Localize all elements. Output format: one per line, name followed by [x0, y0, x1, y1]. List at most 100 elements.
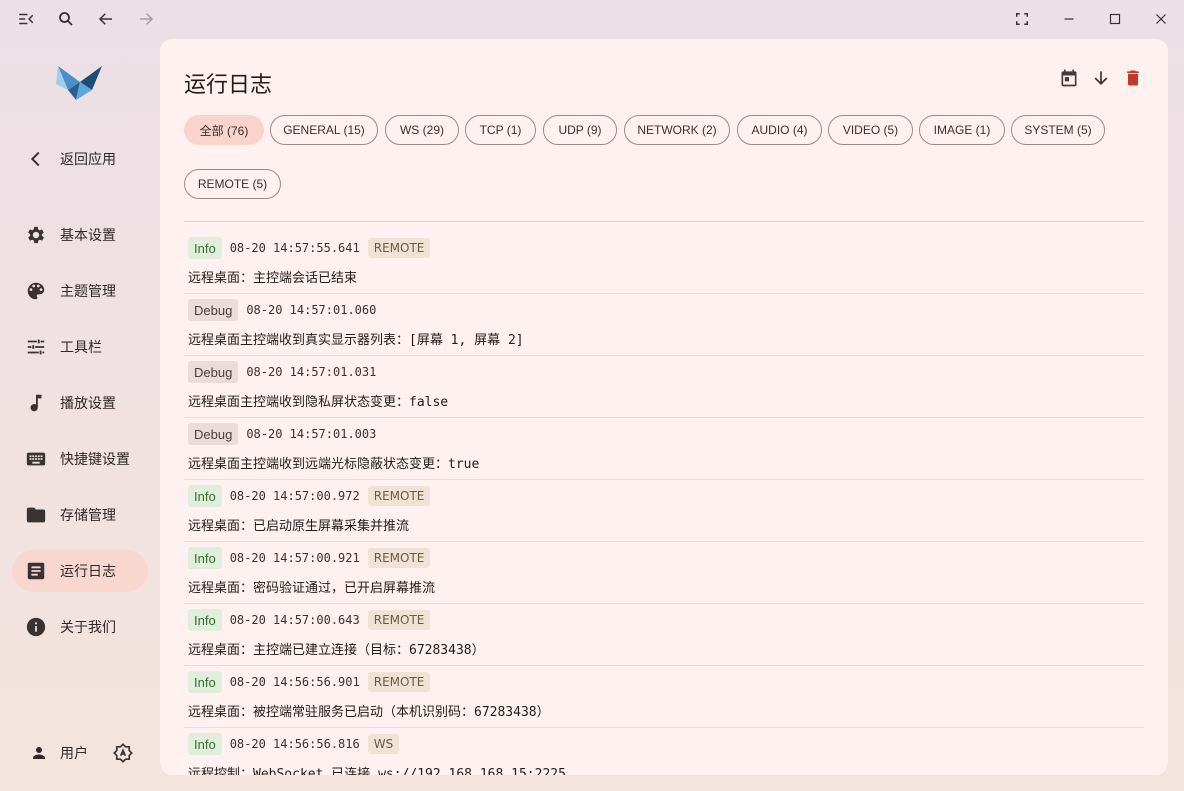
log-entry[interactable]: Info 08-20 14:56:56.816 WS 远程控制：WebSocke… — [184, 727, 1144, 775]
log-timestamp: 08-20 14:57:01.003 — [246, 427, 377, 441]
log-tag-badge: REMOTE — [367, 610, 431, 630]
filter-chip-video[interactable]: VIDEO (5) — [828, 115, 913, 145]
filter-chip-udp[interactable]: UDP (9) — [543, 115, 617, 145]
fullscreen-icon[interactable] — [1007, 4, 1037, 34]
filter-chip-image[interactable]: IMAGE (1) — [919, 115, 1005, 145]
sidebar-item-about[interactable]: 关于我们 — [12, 606, 148, 648]
arrow-down-icon[interactable] — [1090, 67, 1112, 89]
info-icon — [24, 615, 48, 639]
log-message: 远程控制：WebSocket 已连接 ws://192.168.168.15:2… — [188, 767, 566, 775]
log-timestamp: 08-20 14:56:56.901 — [229, 675, 360, 689]
chevron-left-icon — [24, 147, 48, 171]
folder-icon — [24, 503, 48, 527]
log-entry[interactable]: Info 08-20 14:56:56.901 REMOTE 远程桌面：被控端常… — [184, 665, 1144, 728]
search-icon[interactable] — [51, 4, 81, 34]
log-level-badge: Debug — [188, 423, 239, 445]
header-actions — [1058, 67, 1144, 89]
filter-chip-all[interactable]: 全部 (76) — [184, 115, 264, 145]
sidebar-item-playback[interactable]: 播放设置 — [12, 382, 148, 424]
log-tag-badge: REMOTE — [367, 672, 431, 692]
log-message: 远程桌面主控端收到真实显示器列表：[屏幕 1, 屏幕 2] — [188, 333, 524, 348]
log-list[interactable]: Info 08-20 14:57:55.641 REMOTE 远程桌面：主控端会… — [184, 231, 1144, 775]
sidebar-item-logs[interactable]: 运行日志 — [12, 550, 148, 592]
menu-collapse-icon[interactable] — [11, 4, 41, 34]
title-bar — [0, 0, 1184, 38]
back-to-app-button[interactable]: 返回应用 — [12, 138, 148, 180]
sidebar-item-theme[interactable]: 主题管理 — [12, 270, 148, 312]
article-icon — [24, 559, 48, 583]
log-timestamp: 08-20 14:57:01.031 — [246, 365, 377, 379]
filter-chip-audio[interactable]: AUDIO (4) — [737, 115, 822, 145]
log-entry[interactable]: Info 08-20 14:57:00.921 REMOTE 远程桌面：密码验证… — [184, 541, 1144, 604]
sidebar: 返回应用 基本设置 主题管理 工具栏 播放设置 快捷键设置 存储管理 运行日志 … — [0, 38, 160, 791]
app-window: 返回应用 基本设置 主题管理 工具栏 播放设置 快捷键设置 存储管理 运行日志 … — [0, 0, 1184, 791]
log-timestamp: 08-20 14:57:55.641 — [229, 241, 360, 255]
sidebar-item-label: 快捷键设置 — [60, 451, 130, 467]
sidebar-item-storage[interactable]: 存储管理 — [12, 494, 148, 536]
filter-chip-tcp[interactable]: TCP (1) — [465, 115, 536, 145]
log-level-badge: Debug — [188, 361, 239, 383]
log-tag-badge: REMOTE — [367, 238, 431, 258]
log-message: 远程桌面：已启动原生屏幕采集并推流 — [188, 519, 410, 534]
close-icon[interactable] — [1146, 4, 1176, 34]
delete-icon[interactable] — [1122, 67, 1144, 89]
sidebar-item-basic-settings[interactable]: 基本设置 — [12, 214, 148, 256]
gear-icon — [24, 223, 48, 247]
sidebar-item-label: 关于我们 — [60, 619, 116, 635]
page-title: 运行日志 — [184, 73, 273, 98]
filter-chip-network[interactable]: NETWORK (2) — [624, 115, 730, 145]
sidebar-item-toolbar[interactable]: 工具栏 — [12, 326, 148, 368]
log-message: 远程桌面主控端收到远端光标隐蔽状态变更：true — [188, 457, 480, 472]
sidebar-item-label: 运行日志 — [60, 563, 116, 579]
log-level-badge: Info — [188, 485, 222, 507]
log-timestamp: 08-20 14:57:01.060 — [246, 303, 377, 317]
log-level-badge: Info — [188, 547, 222, 569]
log-message: 远程桌面主控端收到隐私屏状态变更：false — [188, 395, 449, 410]
log-level-badge: Info — [188, 671, 222, 693]
log-level-badge: Info — [188, 609, 222, 631]
log-timestamp: 08-20 14:56:56.816 — [229, 737, 360, 751]
filter-chip-general[interactable]: GENERAL (15) — [270, 115, 378, 145]
filter-chip-ws[interactable]: WS (29) — [385, 115, 459, 145]
log-entry[interactable]: Debug 08-20 14:57:01.003 远程桌面主控端收到远端光标隐蔽… — [184, 417, 1144, 480]
log-level-badge: Info — [188, 237, 222, 259]
back-to-app-label: 返回应用 — [60, 151, 116, 167]
user-label: 用户 — [60, 745, 88, 761]
filter-chip-remote[interactable]: REMOTE (5) — [184, 169, 281, 199]
palette-icon — [24, 279, 48, 303]
log-timestamp: 08-20 14:57:00.643 — [229, 613, 360, 627]
tune-icon — [24, 335, 48, 359]
keyboard-icon — [24, 447, 48, 471]
maximize-icon[interactable] — [1100, 4, 1130, 34]
log-tag-badge: REMOTE — [367, 486, 431, 506]
log-entry[interactable]: Info 08-20 14:57:55.641 REMOTE 远程桌面：主控端会… — [184, 231, 1144, 294]
log-level-badge: Debug — [188, 299, 239, 321]
log-message: 远程桌面：主控端已建立连接（目标：67283438） — [188, 643, 485, 658]
user-button[interactable]: 用户 — [30, 741, 88, 765]
calendar-icon[interactable] — [1058, 67, 1080, 89]
log-entry[interactable]: Info 08-20 14:57:00.972 REMOTE 远程桌面：已启动原… — [184, 479, 1144, 542]
log-entry[interactable]: Info 08-20 14:57:00.643 REMOTE 远程桌面：主控端已… — [184, 603, 1144, 666]
minimize-icon[interactable] — [1054, 4, 1084, 34]
arrow-left-icon[interactable] — [91, 4, 121, 34]
log-level-badge: Info — [188, 733, 222, 755]
sidebar-item-shortcuts[interactable]: 快捷键设置 — [12, 438, 148, 480]
log-entry[interactable]: Debug 08-20 14:57:01.060 远程桌面主控端收到真实显示器列… — [184, 293, 1144, 356]
filter-chip-system[interactable]: SYSTEM (5) — [1011, 115, 1105, 145]
log-message: 远程桌面：主控端会话已结束 — [188, 271, 358, 286]
log-message: 远程桌面：密码验证通过，已开启屏幕推流 — [188, 581, 436, 596]
log-entry[interactable]: Debug 08-20 14:57:01.031 远程桌面主控端收到隐私屏状态变… — [184, 355, 1144, 418]
sidebar-item-label: 主题管理 — [60, 283, 116, 299]
sidebar-item-label: 存储管理 — [60, 507, 116, 523]
main-panel: 运行日志 全部 (76) GENERAL (15) WS (29) TCP (1… — [160, 39, 1168, 775]
sidebar-item-label: 基本设置 — [60, 227, 116, 243]
arrow-right-icon[interactable] — [131, 4, 161, 34]
sidebar-item-label: 工具栏 — [60, 339, 102, 355]
log-timestamp: 08-20 14:57:00.972 — [229, 489, 360, 503]
sidebar-item-label: 播放设置 — [60, 395, 116, 411]
log-tag-badge: WS — [367, 734, 400, 754]
app-logo — [54, 60, 106, 104]
divider — [184, 221, 1144, 222]
brightness-auto-icon[interactable] — [111, 741, 135, 765]
log-timestamp: 08-20 14:57:00.921 — [229, 551, 360, 565]
